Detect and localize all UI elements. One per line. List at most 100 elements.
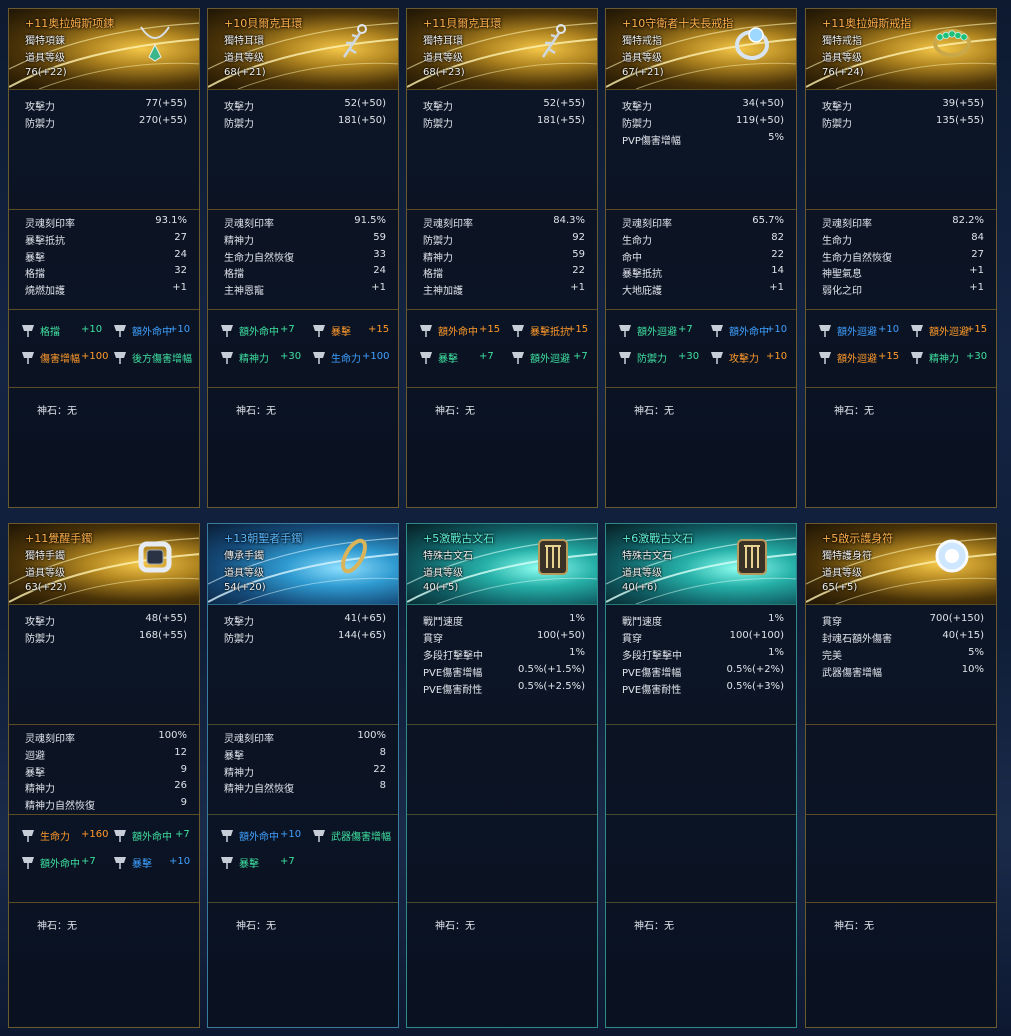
stat-row: 防禦力 181(+55) xyxy=(423,115,585,131)
manastone-slot[interactable]: 暴擊 xyxy=(111,852,152,872)
stat-name: 多段打擊擊中 xyxy=(423,651,483,662)
stat-row: 生命力 82 xyxy=(622,232,784,248)
manastone-slot[interactable]: 額外迴避 xyxy=(816,320,877,340)
manastone-value: +10 xyxy=(280,829,302,840)
stat-row: 命中 22 xyxy=(622,249,784,265)
manastone-value: +10 xyxy=(766,351,788,362)
manastone-icon xyxy=(819,325,831,337)
manastone-value: +160 xyxy=(81,829,109,840)
stat-row: PVE傷害耐性 0.5%(+3%) xyxy=(622,681,784,697)
soul-stats: 灵魂刻印率 100% 暴擊 8 精神力 22 精神力自然恢復 8 xyxy=(208,725,398,815)
manastone-slot[interactable]: 額外迴避 xyxy=(509,347,570,367)
manastone-slot[interactable]: 額外迴避 xyxy=(816,347,877,367)
manastone-name: 格擋 xyxy=(40,326,60,338)
stat-value: 26 xyxy=(174,780,187,792)
stat-value: 48(+55) xyxy=(145,613,187,624)
rune-label: 神石：无 xyxy=(435,921,475,932)
item-level-label: 道具等级 xyxy=(25,53,65,64)
manastone-icon xyxy=(22,352,34,364)
manastone-slot[interactable]: 額外命中 xyxy=(111,320,172,340)
manastone-icon xyxy=(420,325,432,337)
manastone-icon xyxy=(711,352,723,364)
stat-name: 精神力 xyxy=(423,252,453,264)
item-card[interactable]: +5激戰古文石 特殊古文石 道具等级 40(+5) 戰鬥速度 1% 貫穿 100(+50) 多段… xyxy=(406,523,598,1028)
manastone-slot[interactable]: 暴擊 xyxy=(310,320,351,340)
stat-value: 22 xyxy=(373,763,386,775)
item-type: 特殊古文石 xyxy=(423,551,473,562)
item-type: 特殊古文石 xyxy=(622,551,672,562)
manastone-slot[interactable]: 精神力 xyxy=(218,347,269,367)
manastone-slot[interactable]: 額外命中 xyxy=(19,852,80,872)
stat-value: 22 xyxy=(572,265,585,277)
item-level: 67(+21) xyxy=(622,67,664,78)
item-card[interactable]: +11貝爾克耳環 獨特耳環 道具等级 68(+23) 攻擊力 52(+55) 防禦力 181(… xyxy=(406,8,598,508)
manastone-slot[interactable]: 暴擊 xyxy=(218,852,259,872)
stat-row: 灵魂刻印率 93.1% xyxy=(25,215,187,231)
stat-row: 精神力 26 xyxy=(25,780,187,796)
manastone-slot[interactable]: 額外迴避 xyxy=(616,320,677,340)
manastone-icon xyxy=(711,325,723,337)
manastone-slot[interactable]: 額外命中 xyxy=(708,320,769,340)
manastone-slot[interactable]: 攻擊力 xyxy=(708,347,759,367)
stat-value: 84.3% xyxy=(553,215,585,226)
manastone-slot[interactable]: 暴擊抵抗 xyxy=(509,320,570,340)
stat-value: 700(+150) xyxy=(929,613,984,624)
stat-row: 封魂石額外傷害 40(+15) xyxy=(822,630,984,646)
stat-name: 防禦力 xyxy=(822,119,852,130)
rune-section: 神石：无 xyxy=(208,903,398,1023)
manastone-name: 額外命中 xyxy=(40,858,80,870)
rune-section: 神石：无 xyxy=(806,388,996,507)
item-card[interactable]: +10貝爾克耳環 獨特耳環 道具等级 68(+21) 攻擊力 52(+50) 防禦力 181(… xyxy=(207,8,399,508)
item-level-label: 道具等级 xyxy=(423,568,463,579)
stat-row: 精神力 59 xyxy=(224,232,386,248)
amulet-icon xyxy=(935,539,969,573)
item-header: +11奥拉姆斯戒指 獨特戒指 道具等级 76(+24) xyxy=(806,9,996,90)
manastone-icon xyxy=(22,830,34,842)
manastone-slot[interactable]: 生命力 xyxy=(310,347,361,367)
base-stats: 貫穿 700(+150) 封魂石額外傷害 40(+15) 完美 5% 武器傷害增幅 10% xyxy=(806,605,996,725)
manastone-icon xyxy=(911,325,923,337)
item-type: 獨特耳環 xyxy=(423,36,463,47)
manastone-slot[interactable]: 額外迴避 xyxy=(908,320,969,340)
manastone-slot[interactable]: 格擋 xyxy=(19,320,60,340)
stat-value: 1% xyxy=(768,613,784,624)
item-card[interactable]: +6激戰古文石 特殊古文石 道具等级 40(+6) 戰鬥速度 1% 貫穿 100(+100) 多… xyxy=(605,523,797,1028)
rune-label: 神石：无 xyxy=(634,406,674,417)
manastone-slot[interactable]: 精神力 xyxy=(908,347,959,367)
manastone-slot[interactable]: 生命力 xyxy=(19,825,70,845)
stat-value: 84 xyxy=(971,231,984,243)
manastone-name: 額外迴避 xyxy=(837,353,877,365)
manastone-icon xyxy=(313,352,325,364)
item-card[interactable]: +13朝聖者手鐲 傳承手鐲 道具等级 54(+20) 攻擊力 41(+65) 防禦力 144(… xyxy=(207,523,399,1028)
item-card[interactable]: +5啟示護身符 獨特護身符 道具等级 65(+5) 貫穿 700(+150) 封魂石額外傷害… xyxy=(805,523,997,1028)
base-stats: 攻擊力 48(+55) 防禦力 168(+55) xyxy=(9,605,199,725)
earring-icon xyxy=(541,24,566,58)
manastone-slot[interactable]: 防禦力 xyxy=(616,347,667,367)
stat-name: 完美 xyxy=(822,651,842,662)
manastone-slot[interactable]: 額外命中 xyxy=(218,320,279,340)
item-title: +11覺醒手鐲 xyxy=(25,532,93,545)
manastone-slot[interactable]: 傷害增幅 xyxy=(19,347,80,367)
manastone-slot[interactable]: 武器傷害增幅 xyxy=(310,825,391,845)
item-card[interactable]: +11奥拉姆斯项鍊 獨特項鍊 道具等级 76(+22) 攻擊力 77(+55) 防禦力 270… xyxy=(8,8,200,508)
rune-stone-icon xyxy=(538,539,568,575)
manastone-value: +7 xyxy=(678,324,693,335)
manastone-slot[interactable]: 額外命中 xyxy=(218,825,279,845)
item-card[interactable]: +11奥拉姆斯戒指 獨特戒指 道具等级 76(+24) 攻擊力 39(+55) 防禦力 135… xyxy=(805,8,997,508)
stat-value: 0.5%(+2.5%) xyxy=(518,681,585,692)
manastone-slot[interactable]: 暴擊 xyxy=(417,347,458,367)
manastone-icon xyxy=(619,352,631,364)
manastone-icon xyxy=(114,857,126,869)
stat-name: 格擋 xyxy=(25,269,45,281)
manastone-slot[interactable]: 額外命中 xyxy=(417,320,478,340)
earring-icon xyxy=(342,24,367,58)
item-card[interactable]: +11覺醒手鐲 獨特手鐲 道具等级 63(+22) 攻擊力 48(+55) 防禦力 168(+… xyxy=(8,523,200,1028)
item-card[interactable]: +10守衛者十夫長戒指 獨特戒指 道具等级 67(+21) 攻擊力 34(+50) 防禦力 1… xyxy=(605,8,797,508)
manastone-slot[interactable]: 額外命中 xyxy=(111,825,172,845)
item-level: 40(+6) xyxy=(622,582,658,593)
manastone-slot[interactable]: 後方傷害增幅 xyxy=(111,347,192,367)
stat-name: 迴避 xyxy=(25,750,45,762)
manastone-name: 生命力 xyxy=(40,831,70,843)
stat-value: 82.2% xyxy=(952,215,984,226)
item-level-label: 道具等级 xyxy=(622,53,662,64)
